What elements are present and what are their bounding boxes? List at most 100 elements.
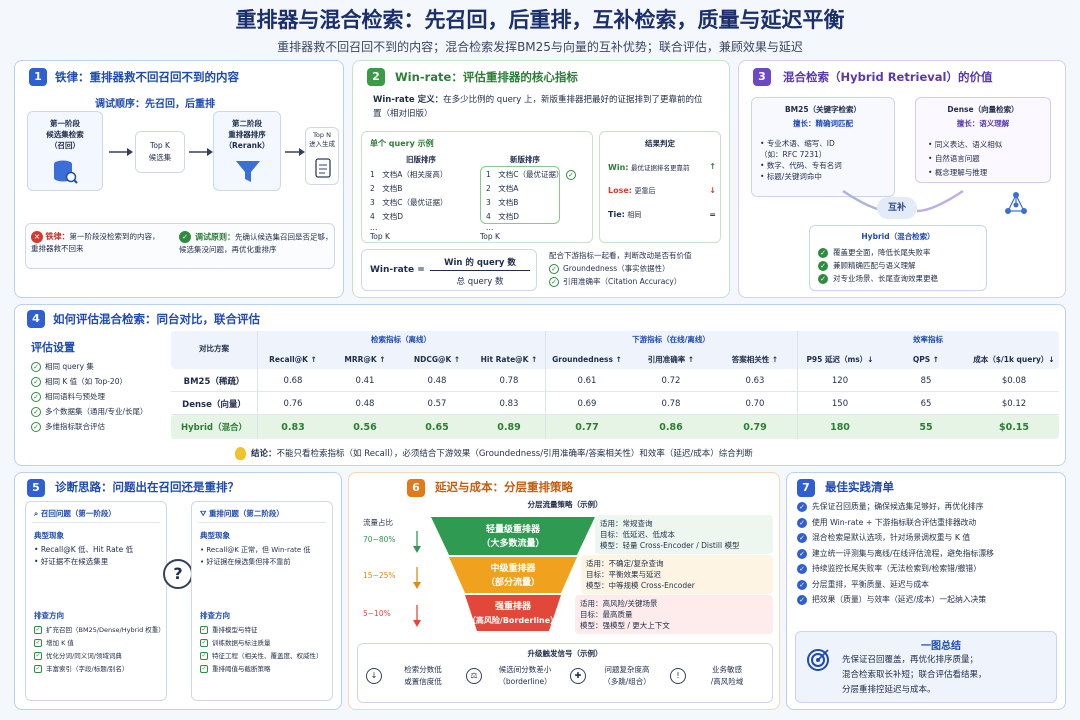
puzzle-icon: ✚ — [570, 668, 586, 684]
section-1-number: 1 — [29, 68, 47, 86]
old-rank-list: 1 文档A（相关度高） 2 文档B 3 文档C（最优证据） 4 文档D… — [370, 170, 448, 232]
arrow-down-icon: ↓ — [709, 186, 716, 195]
section-7-title: 最佳实践清单 — [825, 480, 894, 494]
formula-box: Win-rate = Win 的 query 数 总 query 数 — [361, 249, 537, 291]
topn-box: Top N 进入生成 — [305, 127, 339, 185]
check-icon: ✓ — [565, 170, 576, 180]
col-group-downstream: 下游指标（在线/离线） — [632, 335, 710, 344]
section-7-number: 7 — [797, 479, 815, 497]
check-icon: ✓ — [31, 392, 41, 402]
balance-icon: ⚖ — [466, 668, 482, 684]
win-row: Win: 最优证据排名更靠前 ↑ — [608, 162, 716, 172]
topk-box: Top K 候选集 — [135, 131, 185, 173]
check-icon: ✓ — [797, 548, 807, 559]
check-icon: ✓ — [31, 407, 41, 417]
stage2-box: 第二阶段 重排器排序 （Rerank） — [213, 111, 281, 191]
section-2-panel: 2 Win-rate：评估重排器的核心指标 Win-rate 定义：在多少比例的… — [352, 60, 730, 298]
tier-2-pct: 15~25% — [363, 571, 396, 580]
check-icon: ✓ — [818, 248, 828, 258]
warning-icon: ! — [670, 668, 686, 684]
question-mark-icon: ? — [163, 559, 193, 589]
conclusion: 结论：不能只看检索指标（如 Recall），必须结合下游效果（Groundedn… — [235, 447, 1055, 460]
section-4-number: 4 — [27, 310, 45, 328]
stage1-box: 第一阶段 候选集检索 （召回） — [27, 111, 103, 191]
check-icon: ✓ — [31, 422, 41, 432]
example-box: 单个 query 示例 旧版排序 新版排序 1 文档A（相关度高） 2 文档B 3 … — [361, 131, 593, 243]
checkbox-icon: ✓ — [34, 665, 42, 673]
check-icon: ✓ — [179, 231, 191, 243]
dense-box: Dense（向量检索） 擅长：语义理解 • 同义表达、语义相似 • 自然语言问题… — [915, 97, 1051, 183]
checkbox-icon: ✓ — [34, 626, 42, 634]
signal-item: ! 业务敏感 /高风险域 — [670, 664, 766, 688]
checkbox-icon: ✓ — [34, 652, 42, 660]
section-6-panel: 6 延迟与成本：分层重排策略 分层流量策略（示例） 流量占比 70~80% 轻量… — [348, 472, 780, 710]
arrow-right-icon — [189, 148, 213, 156]
check-icon: ✓ — [797, 517, 807, 528]
target-icon — [807, 649, 829, 671]
metrics-table: Recall@K ↑ MRR@K ↑ NDCG@K ↑ Hit Rate@K ↑ Gr… — [171, 349, 1059, 439]
summary-box: 一图总结 先保证召回覆盖，再优化排序质量； 混合检索取长补短；联合评估看结果， … — [795, 631, 1057, 703]
tier-2-info: 适用：不确定/复杂查询 目标：平衡效果与延迟 模型：中等规模 Cross-Encod… — [581, 555, 773, 594]
rule-callout: × 铁律：第一阶段没检索到的内容， 重排器救不回来 — [31, 231, 160, 253]
table-row: Dense（向量） 0.76 0.48 0.57 0.83 0.69 0.78 0.70 15… — [182, 398, 1027, 410]
arrow-up-icon: ↑ — [709, 162, 716, 171]
lose-row: Lose: 更靠后 ↓ — [608, 186, 716, 195]
signal-item: ↓ 检索分数低 或置信度低 — [366, 664, 462, 688]
section-3-panel: 3 混合检索（Hybrid Retrieval）的价值 BM25（关键字检索） … — [738, 60, 1066, 298]
section-6-number: 6 — [407, 479, 425, 497]
tier-3-pct: 5~10% — [363, 609, 391, 618]
fraction-line — [430, 270, 530, 271]
error-icon: × — [31, 231, 43, 243]
check-icon: ✓ — [797, 502, 807, 512]
section-5-title: 诊断思路：问题出在召回还是重排？ — [55, 480, 239, 494]
section-3-title: 混合检索（Hybrid Retrieval）的价值 — [783, 70, 993, 84]
complement-badge: 互补 — [877, 197, 917, 219]
section-3-number: 3 — [753, 68, 771, 86]
section-5-number: 5 — [27, 479, 45, 497]
check-icon: ✓ — [549, 277, 559, 287]
check-icon: ✓ — [549, 264, 559, 274]
principle-callout: ✓ 调试原则：先确认候选集召回是否足够， 候选集没问题，再优化重排序 — [179, 231, 333, 254]
alert-icon: ↓ — [366, 668, 382, 684]
section-2-number: 2 — [367, 68, 385, 86]
hybrid-box: Hybrid（混合检索） ✓ 覆盖更全面，降低长尾失败率 ✓ 兼顾精确匹配与语义理解… — [809, 225, 987, 291]
check-icon: ✓ — [31, 362, 41, 372]
check-icon: ✓ — [31, 377, 41, 387]
table-header-row: Recall@K ↑ MRR@K ↑ NDCG@K ↑ Hit Rate@K ↑ Gr… — [269, 354, 1055, 364]
tier-3-info: 适用：高风险/关键场景 目标：最高质量 模型：强模型 / 更大上下文 — [575, 595, 773, 634]
network-icon — [1005, 192, 1027, 214]
arrow-right-icon — [285, 148, 305, 156]
section-5-panel: 5 诊断思路：问题出在召回还是重排？ ⌕ 召回问题（第一阶段） 典型现象 • R… — [14, 472, 342, 710]
document-icon — [315, 158, 331, 178]
downstream-note: 配合下游指标一起看，判断改动是否有价值 ✓ Groundedness（事实依据性）… — [549, 251, 692, 287]
signal-item: ⚖ 候选间分数差小 （borderline） — [466, 664, 566, 688]
rerank-problem-box: ⛛ 重排问题（第二阶段） 典型现象 • Recall@K 正常，但 Win-ra… — [191, 501, 333, 701]
best-practice-list: ✓ 先保证召回质量；确保候选集足够好，再优化排序 ✓ 使用 Win-rate + 下… — [797, 499, 1063, 608]
col-group-retrieval: 检索指标（离线） — [371, 335, 431, 344]
lightbulb-icon — [235, 447, 246, 460]
col-group-efficiency: 效率指标 — [913, 335, 943, 344]
checkbox-icon: ✓ — [200, 639, 208, 647]
section-6-title: 延迟与成本：分层重排策略 — [435, 480, 573, 494]
arrow-down-icon — [413, 605, 421, 627]
checkbox-icon: ✓ — [34, 639, 42, 647]
section-7-panel: 7 最佳实践清单 ✓ 先保证召回质量；确保候选集足够好，再优化排序 ✓ 使用 Win… — [786, 472, 1066, 710]
tier-1-info: 适用：常规查询 目标：低延迟、低成本 模型：轻量 Cross-Encoder / D… — [595, 515, 773, 554]
check-icon: ✓ — [797, 595, 807, 605]
result-box: 结果判定 Win: 最优证据排名更靠前 ↑ Lose: 更靠后 ↓ Tie: 相同 = — [599, 131, 721, 243]
checkbox-icon: ✓ — [200, 652, 208, 660]
winrate-definition: Win-rate 定义：在多少比例的 query 上，新版重排器把最好的证据排到… — [373, 95, 703, 119]
table-row: BM25（稀疏） 0.68 0.41 0.48 0.78 0.61 0.72 0.63 120… — [183, 375, 1027, 387]
section-1-title: 铁律：重排器救不回召回不到的内容 — [55, 70, 239, 84]
equals-icon: = — [709, 210, 716, 219]
check-icon: ✓ — [797, 564, 807, 574]
section-2-title: Win-rate：评估重排器的核心指标 — [395, 70, 578, 84]
checkbox-icon: ✓ — [200, 665, 208, 673]
check-icon: ✓ — [818, 261, 828, 271]
table-row-hybrid: Hybrid（混合） 0.83 0.56 0.65 0.89 0.77 0.86 0.79 1… — [181, 421, 1030, 434]
filter-icon: ⛛ — [200, 509, 207, 518]
arrow-down-icon — [413, 567, 421, 589]
recall-problem-box: ⌕ 召回问题（第一阶段） 典型现象 • Recall@K 低、Hit Rate … — [25, 501, 167, 701]
bm25-box: BM25（关键字检索） 擅长：精确词匹配 • 专业术语、缩写、ID （如：RFC… — [751, 97, 895, 197]
arrow-right-icon — [109, 148, 133, 156]
